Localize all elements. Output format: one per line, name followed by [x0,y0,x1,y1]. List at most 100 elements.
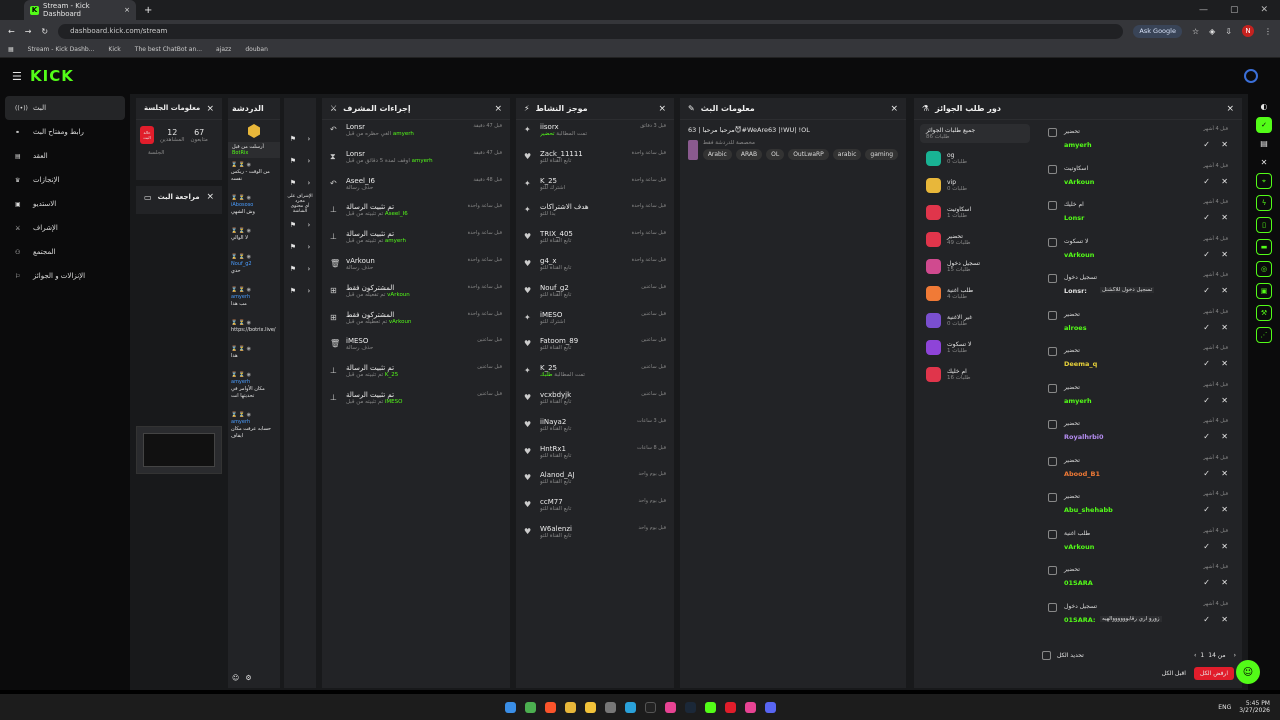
request-username[interactable]: 01SARA: [1064,616,1096,624]
stream-tag[interactable]: OL [766,149,785,160]
steam-icon[interactable] [684,701,696,713]
request-username[interactable]: vArkoun [1064,543,1094,551]
row-title[interactable]: تم تثبيت الرسالة [346,230,462,238]
row-actor[interactable]: amyerh [385,238,406,244]
reward-category[interactable]: vip طلبات 0 [920,172,1030,199]
request-username[interactable]: Abu_shehabb [1064,506,1113,514]
maximize-icon[interactable]: ▢ [1230,5,1239,15]
row-title[interactable]: هدف الاشتراكات [540,203,626,211]
url-field[interactable]: dashboard.kick.com/stream [58,23,1124,39]
request-username[interactable]: amyerh [1064,397,1092,405]
chat-username[interactable]: amyerh [231,294,277,301]
browser-tab[interactable]: K Stream - Kick Dashboard × [24,0,136,20]
request-checkbox[interactable] [1048,420,1057,429]
row-title[interactable]: HntRx1 [540,445,631,453]
tool-share-icon[interactable]: ⋰ [1256,327,1272,343]
mod-tool-row[interactable]: ⚑ › [284,172,316,194]
discord-icon[interactable] [764,701,776,713]
request-username[interactable]: Royalhrbi0 [1064,433,1104,441]
reward-category[interactable]: ام خليك طلبات 16 [920,361,1030,388]
row-title[interactable]: Aseel_I6 [346,177,467,185]
row-title[interactable]: iisorx [540,123,634,131]
hamburger-menu-icon[interactable]: ☰ [12,70,22,83]
request-checkbox[interactable] [1048,493,1057,502]
bookmark-item[interactable]: douban [245,46,268,53]
xbox-icon[interactable] [524,701,536,713]
stream-tag[interactable]: gaming [865,149,898,160]
request-checkbox[interactable] [1048,566,1057,575]
select-all-checkbox[interactable] [1042,650,1051,660]
chat-username[interactable]: Nouf_g2 [231,261,277,268]
row-actor[interactable]: vArkoun [389,319,412,325]
sidebar-item[interactable]: ▣ الاستديو [5,192,125,216]
row-title[interactable]: iiNaya2 [540,418,631,426]
chevron-right-icon[interactable]: › [307,287,310,295]
reject-x-icon[interactable]: ✕ [1221,177,1228,186]
reward-category[interactable]: لا تسكوت طلبات 1 [920,334,1030,361]
request-checkbox[interactable] [1048,237,1057,247]
forward-icon[interactable]: → [25,27,32,36]
chevron-right-icon[interactable]: › [307,265,310,273]
profile-avatar[interactable]: N [1242,25,1254,37]
close-icon[interactable]: × [494,104,502,114]
app-icon[interactable] [604,701,616,713]
request-checkbox[interactable] [1048,456,1057,466]
mod-tool-row[interactable]: ⚑ › [284,280,316,302]
row-title[interactable]: K_25 [540,364,635,372]
next-page-icon[interactable]: › [1234,652,1236,659]
folder-icon[interactable] [584,701,596,713]
brave-icon[interactable] [544,701,556,713]
mod-tool-row[interactable]: ⚑ › [284,150,316,172]
close-icon[interactable]: × [1226,104,1234,114]
chevron-right-icon[interactable]: › [307,243,310,251]
clock[interactable]: 5:45 PM 3/27/2026 [1239,700,1270,714]
row-title[interactable]: تم تثبيت الرسالة [346,203,462,211]
help-chat-button[interactable]: ☺ [1236,660,1260,684]
all-rewards-item[interactable]: جميع طلبات الجوائز طلبات 86 [920,124,1030,143]
check-icon[interactable]: ✓ [1256,117,1272,133]
theme-icon[interactable]: ◐ [1248,102,1280,111]
accept-check-icon[interactable]: ✓ [1203,615,1210,624]
close-icon[interactable]: × [206,104,214,114]
request-username[interactable]: vArkoun [1064,251,1094,259]
sidebar-item[interactable]: ⚭ رابط ومفتاح البث [5,120,125,144]
reward-category[interactable]: og طلبات 0 [920,145,1030,172]
row-title[interactable]: vcxbdyjk [540,391,635,399]
accept-all-button[interactable]: اقبل الكل [1162,670,1186,677]
row-title[interactable]: ccM77 [540,498,633,506]
request-checkbox[interactable] [1048,128,1057,137]
reload-icon[interactable]: ↻ [41,27,48,36]
mod-tool-row[interactable]: ⚑ › [284,128,316,150]
kick-logo[interactable]: KICK [30,67,74,85]
app-icon[interactable] [724,701,736,713]
row-actor[interactable]: تحضير [540,131,555,137]
accept-check-icon[interactable]: ✓ [1203,323,1210,332]
row-actor[interactable]: amyerh [412,158,433,164]
row-actor[interactable]: K_25 [385,372,398,378]
stream-tag[interactable]: ARAB [735,149,763,160]
row-actor[interactable]: amyerh [393,131,414,137]
accept-check-icon[interactable]: ✓ [1203,140,1210,149]
accept-check-icon[interactable]: ✓ [1203,250,1210,259]
sidebar-item[interactable]: ♛ الإنجازات [5,168,125,192]
request-username[interactable]: amyerh [1064,141,1092,149]
mod-tool-row[interactable]: ⚑ › [284,236,316,258]
reject-x-icon[interactable]: ✕ [1221,505,1228,514]
request-checkbox[interactable] [1048,201,1057,210]
reward-category[interactable]: اسكاوتيت طلبات 1 [920,199,1030,226]
reject-x-icon[interactable]: ✕ [1221,578,1228,587]
chat-username[interactable]: amyerh [231,379,277,386]
row-title[interactable]: Lonsr [346,123,467,131]
row-title[interactable]: تم تثبيت الرسالة [346,364,471,372]
chat-username[interactable]: iAbososo [231,202,277,209]
accept-check-icon[interactable]: ✓ [1203,213,1210,222]
close-icon[interactable]: × [206,192,214,202]
accept-check-icon[interactable]: ✓ [1203,578,1210,587]
row-title[interactable]: Lonsr [346,150,467,158]
row-actor[interactable]: iMESO [385,399,403,405]
reward-category[interactable]: طلب اغنية طلبات 4 [920,280,1030,307]
settings-icon[interactable]: ⚙ [245,674,251,682]
accept-check-icon[interactable]: ✓ [1203,432,1210,441]
start-icon[interactable] [504,701,516,713]
row-title[interactable]: المشتركون فقط [346,284,462,292]
